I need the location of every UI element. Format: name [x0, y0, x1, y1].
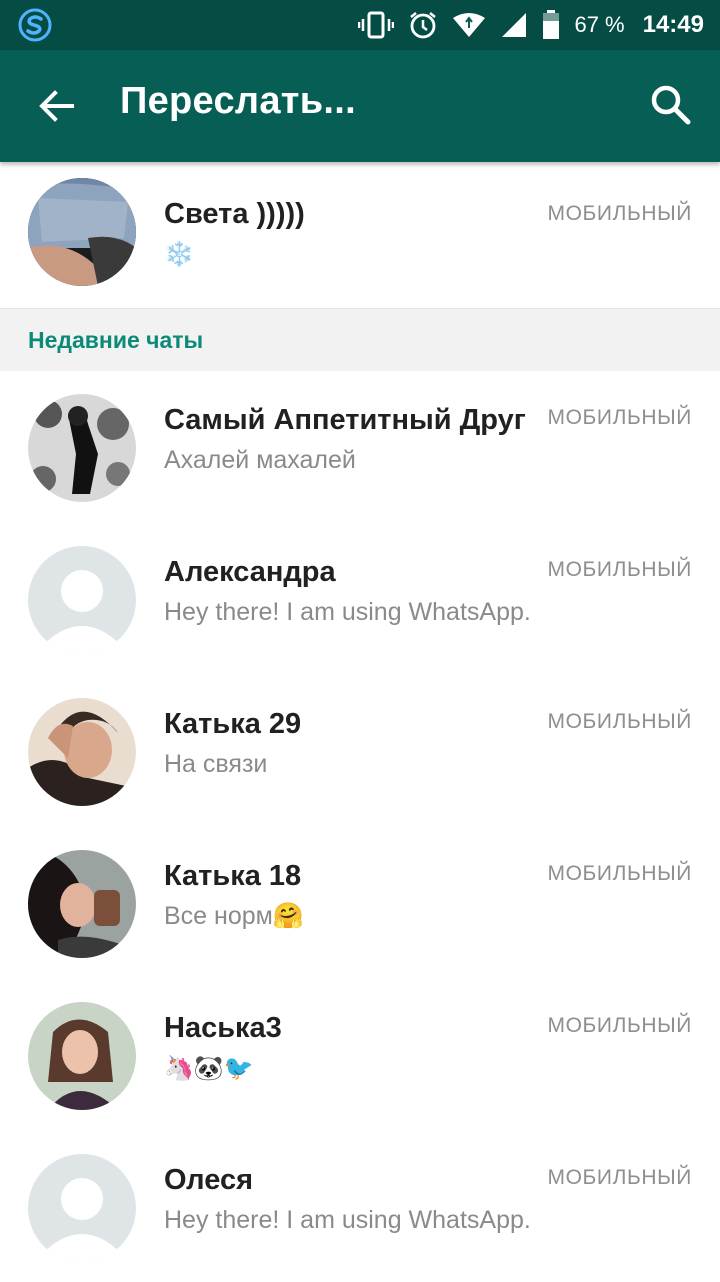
chat-name: Самый Аппетитный Друг — [164, 404, 526, 436]
phone-type-label: МОБИЛЬНЫЙ — [547, 202, 692, 225]
chat-name: Олеся — [164, 1164, 254, 1196]
signal-icon — [500, 11, 528, 39]
contact-name: Света ))))) — [164, 198, 305, 230]
alarm-icon — [408, 10, 438, 40]
app-s-icon — [18, 8, 52, 42]
avatar — [28, 394, 136, 502]
chat-row[interactable]: Наська3 🦄🐼🐦 МОБИЛЬНЫЙ — [0, 978, 720, 1130]
phone-type-label: МОБИЛЬНЫЙ — [547, 406, 692, 429]
phone-type-label: МОБИЛЬНЫЙ — [547, 862, 692, 885]
chat-row[interactable]: Самый Аппетитный Друг Ахалей махалей МОБ… — [0, 370, 720, 522]
battery-icon — [542, 10, 560, 40]
chat-row[interactable]: Катька 18 Все норм🤗 МОБИЛЬНЫЙ — [0, 826, 720, 978]
page-title: Переслать... — [120, 80, 356, 122]
wifi-icon — [452, 12, 486, 38]
chat-row[interactable]: Александра Hey there! I am using WhatsAp… — [0, 522, 720, 674]
phone-type-label: МОБИЛЬНЫЙ — [547, 1166, 692, 1189]
back-button[interactable] — [36, 86, 76, 126]
search-icon — [651, 85, 691, 125]
chat-row[interactable]: Олеся Hey there! I am using WhatsApp. МО… — [0, 1130, 720, 1282]
section-header-recent: Недавние чаты — [0, 308, 720, 371]
avatar — [28, 698, 136, 806]
chat-name: Александра — [164, 556, 336, 588]
avatar — [28, 178, 136, 286]
chat-status: 🦄🐼🐦 — [164, 1055, 254, 1082]
status-bar: 67 % 14:49 — [0, 0, 720, 50]
chat-status: На связи — [164, 750, 268, 778]
clock: 14:49 — [642, 11, 704, 38]
arrow-left-icon — [39, 90, 74, 122]
chat-status: Все норм🤗 — [164, 902, 304, 930]
contact-status: ❄️ — [164, 241, 194, 268]
toolbar: Переслать... — [0, 50, 720, 162]
avatar — [28, 1002, 136, 1110]
battery-percent: 67 % — [574, 12, 625, 37]
chat-name: Наська3 — [164, 1012, 282, 1044]
phone-type-label: МОБИЛЬНЫЙ — [547, 558, 692, 581]
vibrate-icon — [358, 11, 395, 39]
chat-status: Hey there! I am using WhatsApp. — [164, 1206, 531, 1234]
chat-status: Hey there! I am using WhatsApp. — [164, 598, 531, 626]
contact-row-sveta[interactable]: Света ))))) ❄️ МОБИЛЬНЫЙ — [0, 162, 720, 308]
phone-type-label: МОБИЛЬНЫЙ — [547, 1014, 692, 1037]
chat-name: Катька 18 — [164, 860, 302, 892]
chat-name: Катька 29 — [164, 708, 302, 740]
section-title: Недавние чаты — [28, 327, 204, 353]
chat-status: Ахалей махалей — [164, 446, 356, 474]
default-avatar-icon — [28, 546, 136, 654]
default-avatar-icon — [28, 1154, 136, 1262]
phone-type-label: МОБИЛЬНЫЙ — [547, 710, 692, 733]
avatar — [28, 850, 136, 958]
search-button[interactable] — [650, 84, 692, 126]
chat-row[interactable]: Катька 29 На связи МОБИЛЬНЫЙ — [0, 674, 720, 826]
